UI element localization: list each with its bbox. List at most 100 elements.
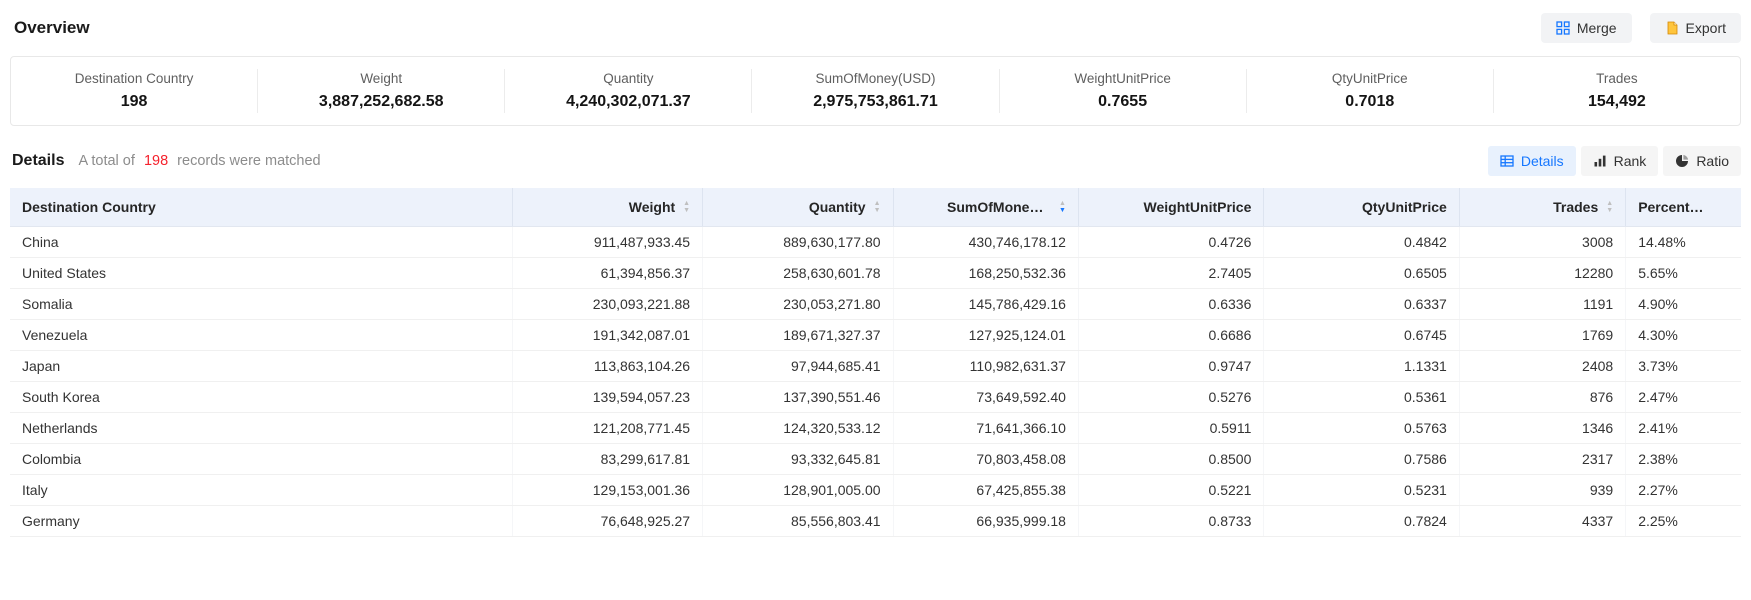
- overview-stats: Destination Country198Weight3,887,252,68…: [10, 56, 1741, 126]
- cell-quantity: 85,556,803.41: [703, 506, 893, 537]
- sort-icon: ▲▼: [1059, 200, 1066, 214]
- cell-destination-country: Netherlands: [10, 413, 512, 444]
- cell-quantity: 889,630,177.80: [703, 227, 893, 258]
- cell-qtyunitprice: 1.1331: [1264, 351, 1459, 382]
- view-button-ratio[interactable]: Ratio: [1663, 146, 1741, 176]
- column-header-trades[interactable]: Trades▲▼: [1459, 188, 1625, 227]
- summary-prefix: A total of: [78, 153, 134, 169]
- export-button[interactable]: Export: [1650, 13, 1741, 43]
- stat-label: Weight: [266, 71, 496, 86]
- cell-percentage: 2.41%: [1626, 413, 1741, 444]
- cell-destination-country: United States: [10, 258, 512, 289]
- cell-trades: 876: [1459, 382, 1625, 413]
- table-row: Germany76,648,925.2785,556,803.4166,935,…: [10, 506, 1741, 537]
- cell-qtyunitprice: 0.6505: [1264, 258, 1459, 289]
- stat-label: Destination Country: [19, 71, 249, 86]
- page-title: Overview: [14, 18, 90, 38]
- merge-button-label: Merge: [1577, 20, 1617, 36]
- records-summary: A total of 198 records were matched: [78, 153, 320, 169]
- column-label: Destination Country: [22, 199, 156, 215]
- cell-sumofmoney-usd: 168,250,532.36: [893, 258, 1078, 289]
- details-bar: Details A total of 198 records were matc…: [12, 146, 1741, 176]
- table-body: China911,487,933.45889,630,177.80430,746…: [10, 227, 1741, 537]
- export-button-label: Export: [1686, 20, 1726, 36]
- rank-icon: [1593, 154, 1607, 168]
- cell-weightunitprice: 0.8733: [1078, 506, 1263, 537]
- cell-qtyunitprice: 0.5763: [1264, 413, 1459, 444]
- cell-percentage: 4.90%: [1626, 289, 1741, 320]
- cell-sumofmoney-usd: 110,982,631.37: [893, 351, 1078, 382]
- cell-percentage: 2.27%: [1626, 475, 1741, 506]
- stat-qtyunitprice: QtyUnitPrice0.7018: [1247, 69, 1494, 113]
- details-title: Details: [12, 152, 64, 170]
- cell-weightunitprice: 0.4726: [1078, 227, 1263, 258]
- stat-label: WeightUnitPrice: [1008, 71, 1238, 86]
- column-header-destination-country: Destination Country: [10, 188, 512, 227]
- table-row: Somalia230,093,221.88230,053,271.80145,7…: [10, 289, 1741, 320]
- cell-weight: 76,648,925.27: [512, 506, 702, 537]
- column-header-percentage: Percentage: [1626, 188, 1741, 227]
- cell-trades: 4337: [1459, 506, 1625, 537]
- table-row: Italy129,153,001.36128,901,005.0067,425,…: [10, 475, 1741, 506]
- stat-weight: Weight 3,887,252,682.58: [258, 69, 505, 113]
- cell-trades: 2408: [1459, 351, 1625, 382]
- merge-button[interactable]: Merge: [1541, 13, 1632, 43]
- cell-quantity: 97,944,685.41: [703, 351, 893, 382]
- cell-weightunitprice: 0.9747: [1078, 351, 1263, 382]
- cell-weight: 139,594,057.23: [512, 382, 702, 413]
- cell-qtyunitprice: 0.6745: [1264, 320, 1459, 351]
- cell-weightunitprice: 0.6336: [1078, 289, 1263, 320]
- sort-icon: ▲▼: [1606, 200, 1613, 214]
- cell-destination-country: Colombia: [10, 444, 512, 475]
- column-header-quantity[interactable]: Quantity▲▼: [703, 188, 893, 227]
- merge-icon: [1556, 21, 1570, 35]
- table-row: Colombia83,299,617.8193,332,645.8170,803…: [10, 444, 1741, 475]
- table-row: Venezuela191,342,087.01189,671,327.37127…: [10, 320, 1741, 351]
- column-header-sumofmoney-usd[interactable]: SumOfMoney(USD)▲▼: [893, 188, 1078, 227]
- cell-weightunitprice: 0.5276: [1078, 382, 1263, 413]
- cell-quantity: 128,901,005.00: [703, 475, 893, 506]
- cell-qtyunitprice: 0.5361: [1264, 382, 1459, 413]
- stat-sumofmoney-usd: SumOfMoney(USD)2,975,753,861.71: [752, 69, 999, 113]
- cell-trades: 3008: [1459, 227, 1625, 258]
- view-button-details[interactable]: Details: [1488, 146, 1576, 176]
- details-table: Destination Country Weight▲▼Quantity▲▼Sum…: [10, 188, 1741, 537]
- column-header-weightunitprice: WeightUnitPrice: [1078, 188, 1263, 227]
- stat-label: QtyUnitPrice: [1255, 71, 1485, 86]
- view-button-label: Details: [1521, 153, 1564, 169]
- stat-value: 4,240,302,071.37: [513, 93, 743, 111]
- table-icon: [1500, 154, 1514, 168]
- cell-trades: 939: [1459, 475, 1625, 506]
- page: Overview Merge Export: [0, 0, 1751, 537]
- cell-weight: 121,208,771.45: [512, 413, 702, 444]
- cell-destination-country: Germany: [10, 506, 512, 537]
- cell-destination-country: China: [10, 227, 512, 258]
- cell-trades: 12280: [1459, 258, 1625, 289]
- table-row: Netherlands121,208,771.45124,320,533.127…: [10, 413, 1741, 444]
- cell-sumofmoney-usd: 430,746,178.12: [893, 227, 1078, 258]
- cell-qtyunitprice: 0.5231: [1264, 475, 1459, 506]
- view-button-rank[interactable]: Rank: [1581, 146, 1659, 176]
- cell-quantity: 230,053,271.80: [703, 289, 893, 320]
- cell-destination-country: Somalia: [10, 289, 512, 320]
- cell-weight: 61,394,856.37: [512, 258, 702, 289]
- column-label: QtyUnitPrice: [1362, 199, 1447, 215]
- stat-quantity: Quantity4,240,302,071.37: [505, 69, 752, 113]
- cell-percentage: 5.65%: [1626, 258, 1741, 289]
- column-label: Percentage: [1638, 199, 1704, 215]
- stat-value: 2,975,753,861.71: [760, 93, 990, 111]
- stat-value: 3,887,252,682.58: [266, 93, 496, 111]
- cell-destination-country: Italy: [10, 475, 512, 506]
- top-actions: Merge Export: [1541, 13, 1741, 43]
- table-row: China911,487,933.45889,630,177.80430,746…: [10, 227, 1741, 258]
- cell-sumofmoney-usd: 73,649,592.40: [893, 382, 1078, 413]
- cell-percentage: 3.73%: [1626, 351, 1741, 382]
- cell-weight: 191,342,087.01: [512, 320, 702, 351]
- cell-weightunitprice: 0.5911: [1078, 413, 1263, 444]
- stat-value: 0.7655: [1008, 93, 1238, 111]
- cell-destination-country: Japan: [10, 351, 512, 382]
- cell-weightunitprice: 0.6686: [1078, 320, 1263, 351]
- cell-qtyunitprice: 0.6337: [1264, 289, 1459, 320]
- column-header-weight[interactable]: Weight▲▼: [512, 188, 702, 227]
- cell-trades: 1769: [1459, 320, 1625, 351]
